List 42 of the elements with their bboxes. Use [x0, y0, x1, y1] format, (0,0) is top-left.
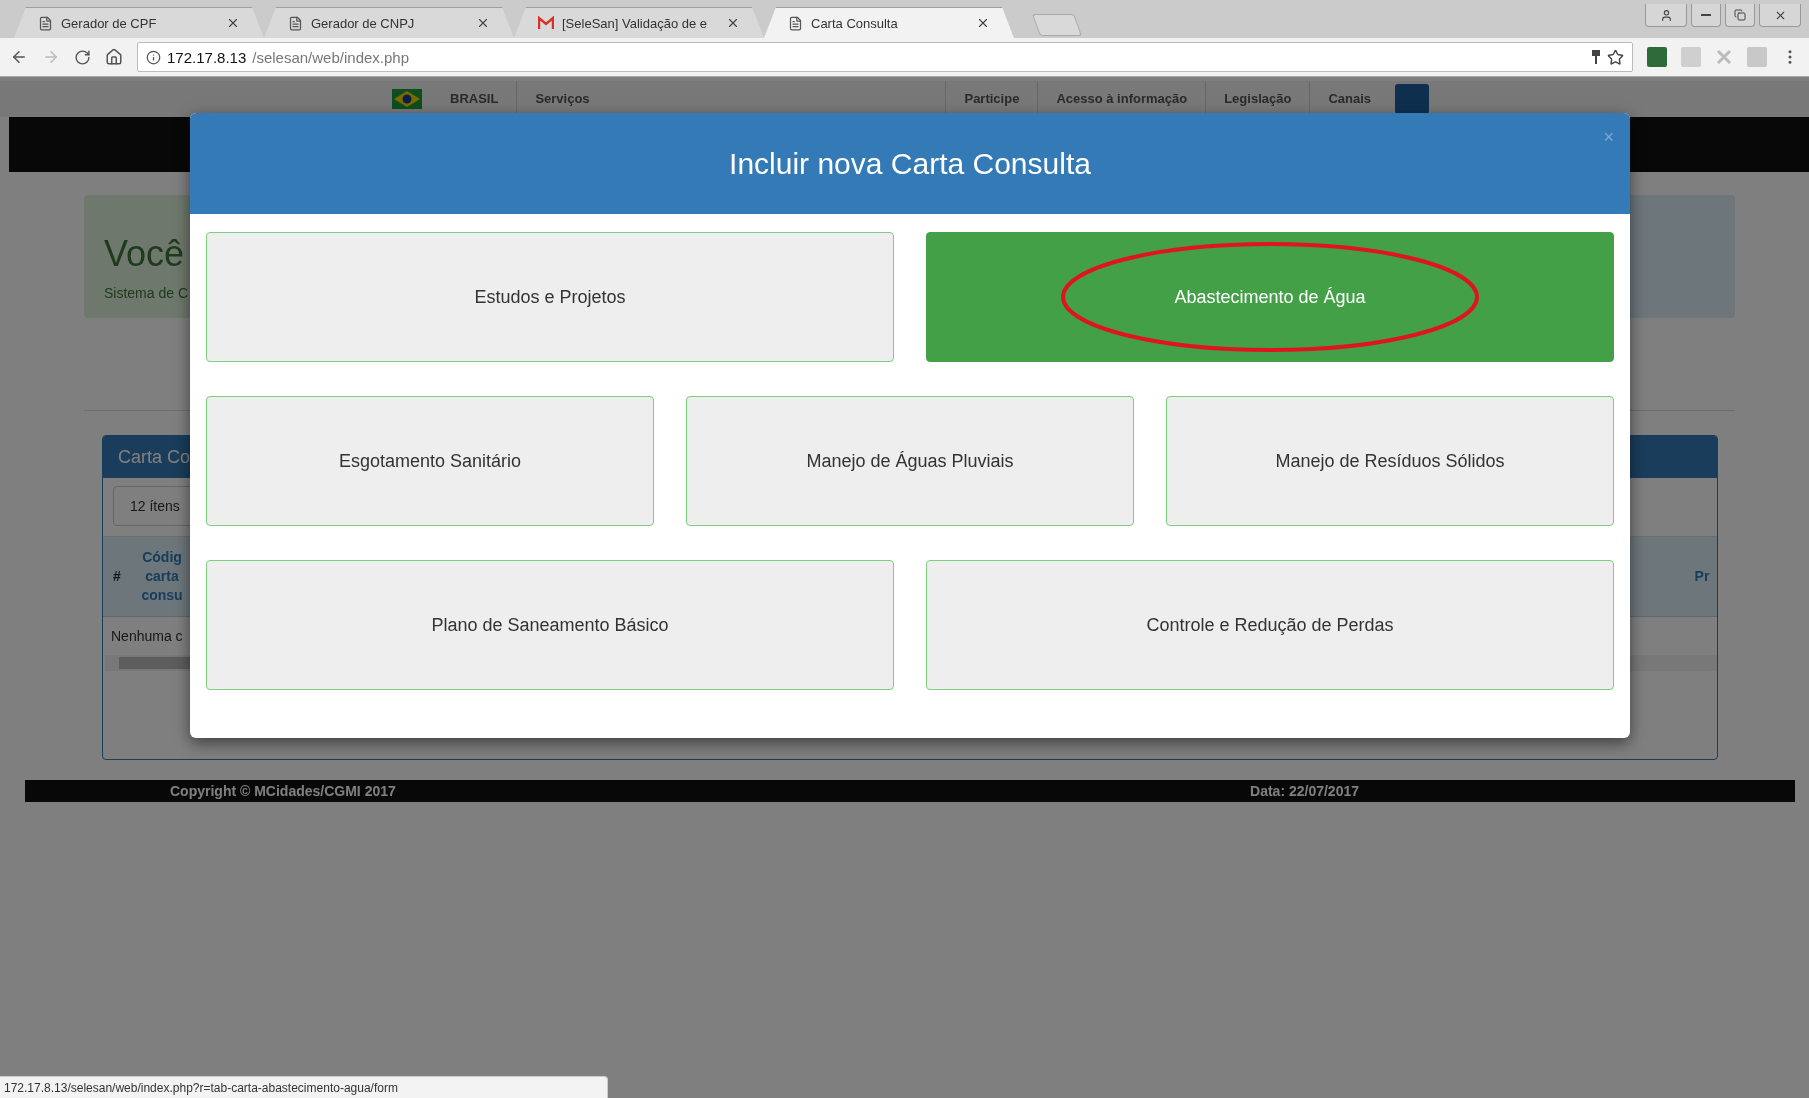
category-option[interactable]: Esgotamento Sanitário	[206, 396, 654, 526]
welcome-subtitle: Sistema de C	[104, 285, 189, 301]
flag-icon	[392, 89, 422, 109]
category-option[interactable]: Plano de Saneamento Básico	[206, 560, 894, 690]
category-option[interactable]: Estudos e Projetos	[206, 232, 894, 362]
close-icon[interactable]	[476, 16, 490, 30]
column-header: Pr	[1693, 567, 1711, 586]
reload-icon[interactable]	[74, 48, 91, 66]
page-icon	[38, 15, 53, 31]
page-icon	[288, 15, 303, 31]
status-url: 172.17.8.13/selesan/web/index.php?r=tab-carta-abastecimento-agua/form	[0, 1076, 608, 1098]
empty-message: Nenhuma c	[111, 628, 183, 644]
url-host: 172.17.8.13	[167, 48, 247, 66]
category-option[interactable]: Controle e Redução de Perdas	[926, 560, 1614, 690]
date-text: Data: 22/07/2017	[1250, 783, 1359, 799]
bookmark-star-icon[interactable]	[1607, 48, 1624, 66]
copyright-text: Copyright © MCidades/CGMI 2017	[170, 783, 396, 799]
info-icon[interactable]	[146, 49, 161, 65]
column-header: #	[112, 567, 122, 586]
category-option[interactable]: Manejo de Águas Pluviais	[686, 396, 1134, 526]
back-icon[interactable]	[10, 48, 28, 66]
modal-title: Incluir nova Carta Consulta	[729, 146, 1091, 181]
column-header: Códig carta consu	[140, 548, 184, 605]
browser-tab[interactable]: [SeleSan] Validação de e	[514, 7, 764, 38]
browser-tab[interactable]: Gerador de CNPJ	[264, 7, 514, 38]
user-icon	[1659, 8, 1673, 22]
welcome-title: Você	[104, 233, 185, 275]
restore-icon	[1734, 9, 1746, 21]
home-icon[interactable]	[105, 48, 123, 66]
close-icon[interactable]	[976, 16, 990, 30]
user-button[interactable]	[1645, 4, 1687, 27]
minimize-icon	[1701, 14, 1711, 16]
close-icon[interactable]	[226, 16, 240, 30]
browser-tab[interactable]: Gerador de CPF	[14, 7, 264, 38]
close-icon[interactable]	[726, 16, 740, 30]
browser-tab[interactable]: Carta Consulta	[764, 7, 1014, 38]
page-icon	[788, 15, 803, 31]
category-option[interactable]: Manejo de Resíduos Sólidos	[1166, 396, 1614, 526]
address-field[interactable]: 172.17.8.13 /selesan/web/index.php	[137, 42, 1633, 72]
mail-icon	[538, 16, 554, 30]
minimize-button[interactable]	[1691, 4, 1721, 27]
url-path: /selesan/web/index.php	[252, 48, 411, 66]
